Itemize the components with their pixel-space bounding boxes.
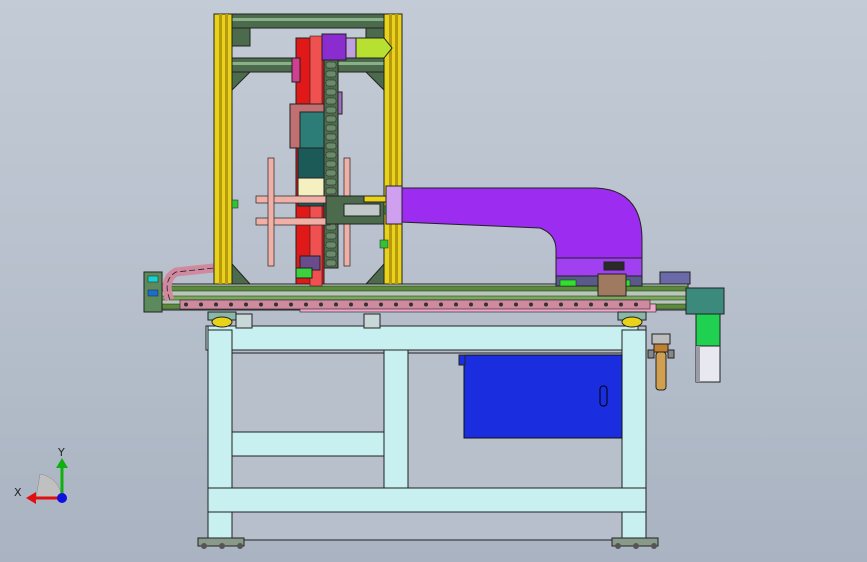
top-motor[interactable] — [321, 33, 393, 61]
triad-quarter-disc — [35, 473, 63, 499]
vertical-chain-link — [325, 169, 337, 177]
vertical-chain-link — [325, 61, 337, 69]
vertical-chain-link — [325, 142, 337, 150]
lower-gap — [231, 511, 623, 541]
x-axis-label: X — [14, 486, 22, 499]
chain-link — [289, 302, 293, 307]
vertical-chain-link — [325, 115, 337, 123]
left-open-panel-top — [231, 352, 385, 433]
chain-link — [349, 302, 353, 307]
vertical-chain-link — [325, 97, 337, 105]
vertical-chain-link — [325, 70, 337, 78]
lower-stretcher — [207, 487, 647, 513]
air-filter — [651, 333, 671, 345]
chain-link — [184, 302, 188, 307]
chain-link — [334, 302, 338, 307]
chain-link — [619, 302, 623, 307]
chain-link — [529, 302, 533, 307]
chain-link — [514, 302, 518, 307]
table-divider — [383, 349, 409, 491]
chain-link — [604, 302, 608, 307]
chain-link — [244, 302, 248, 307]
vertical-chain-link — [325, 232, 337, 240]
upright-left — [213, 13, 233, 285]
chain-link — [364, 302, 368, 307]
chain-link — [274, 302, 278, 307]
vertical-chain-link — [325, 79, 337, 87]
chain-link — [559, 302, 563, 307]
vertical-chain-link — [325, 259, 337, 267]
chain-link — [319, 302, 323, 307]
mount-bracket-2 — [235, 313, 253, 329]
duct-flange — [385, 185, 403, 225]
chain-link — [469, 302, 473, 307]
table-top — [205, 325, 639, 351]
rail-end-right — [659, 271, 691, 285]
vertical-chain-link — [325, 124, 337, 132]
chain-link — [199, 302, 203, 307]
chain-link — [439, 302, 443, 307]
vertical-chain-link — [325, 250, 337, 258]
machine-assembly-drawing: Y X — [14, 13, 725, 549]
chain-link — [634, 302, 638, 307]
chain-link — [229, 302, 233, 307]
chain-link — [379, 302, 383, 307]
chain-link — [544, 302, 548, 307]
chain-link — [304, 302, 308, 307]
mount-bracket-3 — [363, 313, 381, 329]
vertical-chain-link — [325, 241, 337, 249]
chain-link — [454, 302, 458, 307]
gearbox — [685, 287, 725, 315]
chain-link — [394, 302, 398, 307]
chain-link — [589, 302, 593, 307]
vertical-chain-link — [325, 88, 337, 96]
arm-upper — [255, 195, 329, 204]
chain-link — [214, 302, 218, 307]
cabinet-door — [463, 354, 623, 439]
carriage-motor — [297, 147, 325, 179]
left-open-panel-bottom — [231, 455, 385, 489]
exhaust-duct[interactable] — [385, 185, 643, 297]
chain-link — [409, 302, 413, 307]
vertical-carriage[interactable] — [289, 35, 343, 287]
vertical-chain-link — [325, 133, 337, 141]
vertical-chain-link — [325, 160, 337, 168]
vertical-chain-link — [325, 178, 337, 186]
vertical-chain-link — [325, 151, 337, 159]
right-motor — [695, 313, 721, 347]
left-shelf — [231, 431, 385, 457]
chain-link — [574, 302, 578, 307]
cad-viewport[interactable]: Y X — [0, 0, 867, 562]
chain-link — [259, 302, 263, 307]
vertical-chain-link — [325, 106, 337, 114]
electrical-cabinet[interactable] — [458, 354, 623, 439]
coordinate-triad: Y X — [14, 446, 68, 504]
chain-link — [424, 302, 428, 307]
vertical-chain-link — [325, 187, 337, 195]
chain-link — [484, 302, 488, 307]
chain-link — [499, 302, 503, 307]
arm-lower — [255, 217, 331, 226]
z-axis-dot — [57, 493, 67, 503]
y-axis-label: Y — [57, 446, 65, 459]
